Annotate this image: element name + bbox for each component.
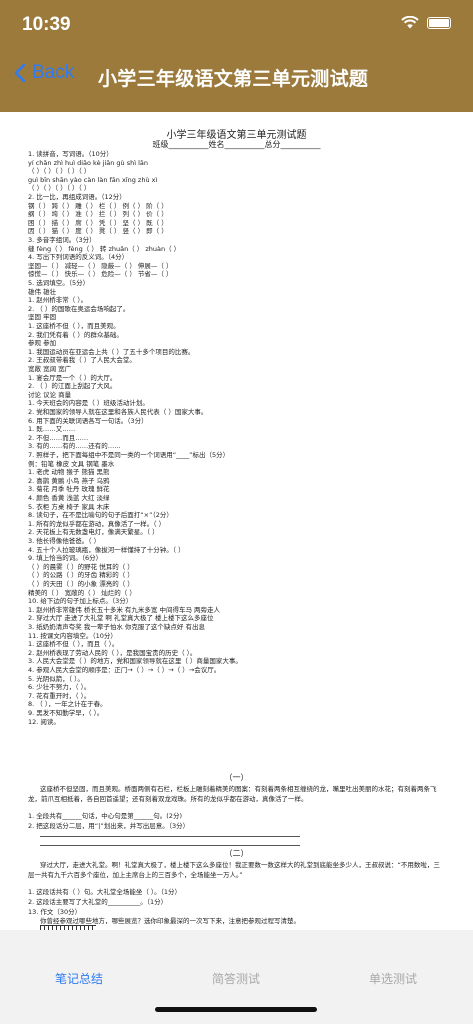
page-title: 小学三年级语文第三单元测试题 bbox=[98, 68, 369, 90]
question-one-a: 1. 全段共有______句话，中心句是第______句。(2分) bbox=[28, 812, 182, 820]
section-one-heading: （一） bbox=[224, 773, 249, 782]
chevron-left-icon bbox=[14, 63, 26, 83]
question-two-a: 1. 这段话共有（ ）句。大礼堂全场能坐（ ）。（1分） bbox=[28, 888, 182, 896]
tab-single-choice-test[interactable]: 单选测试 bbox=[369, 970, 417, 987]
wifi-icon bbox=[401, 16, 419, 29]
answer-line bbox=[40, 836, 300, 837]
document-info-line: 班级__________姓名__________总分__________ bbox=[152, 140, 321, 149]
battery-icon bbox=[427, 16, 451, 29]
section-two-heading: （二） bbox=[224, 849, 249, 858]
answer-line bbox=[40, 845, 300, 846]
essay-title: 13. 作文（30分） bbox=[28, 908, 82, 916]
back-button[interactable]: Back bbox=[14, 62, 74, 84]
question-line: 12. 阅读。 bbox=[28, 717, 60, 726]
question-one-b: 2. 把这段话分二层，用“|”划出来，并写出层意。（3分） bbox=[28, 822, 190, 830]
home-indicator bbox=[155, 1007, 317, 1012]
document-view[interactable]: 小学三年级语文第三单元测试题 班级__________姓名__________总… bbox=[0, 112, 473, 930]
back-label: Back bbox=[32, 62, 75, 83]
tab-short-answer-test[interactable]: 简答测试 bbox=[212, 970, 260, 987]
status-icons bbox=[401, 16, 451, 29]
app-header: 10:39 Back 小学三年级语文第三单元测试题 bbox=[0, 0, 473, 112]
status-time: 10:39 bbox=[22, 14, 71, 35]
passage-two: 穿过大厅，走进大礼堂。啊！礼堂真大极了，楼上楼下这么多座位！我正要数一数这样大的… bbox=[28, 861, 440, 879]
tab-notes-summary[interactable]: 笔记总结 bbox=[55, 970, 103, 987]
passage-one: 这座桥不但坚固，而且美观。桥面两侧有石栏，栏板上雕刻着精美的图案：有刻着两条相互… bbox=[28, 785, 437, 803]
question-two-b: 2. 这段话主要写了大礼堂的__________。（1分） bbox=[28, 898, 168, 906]
